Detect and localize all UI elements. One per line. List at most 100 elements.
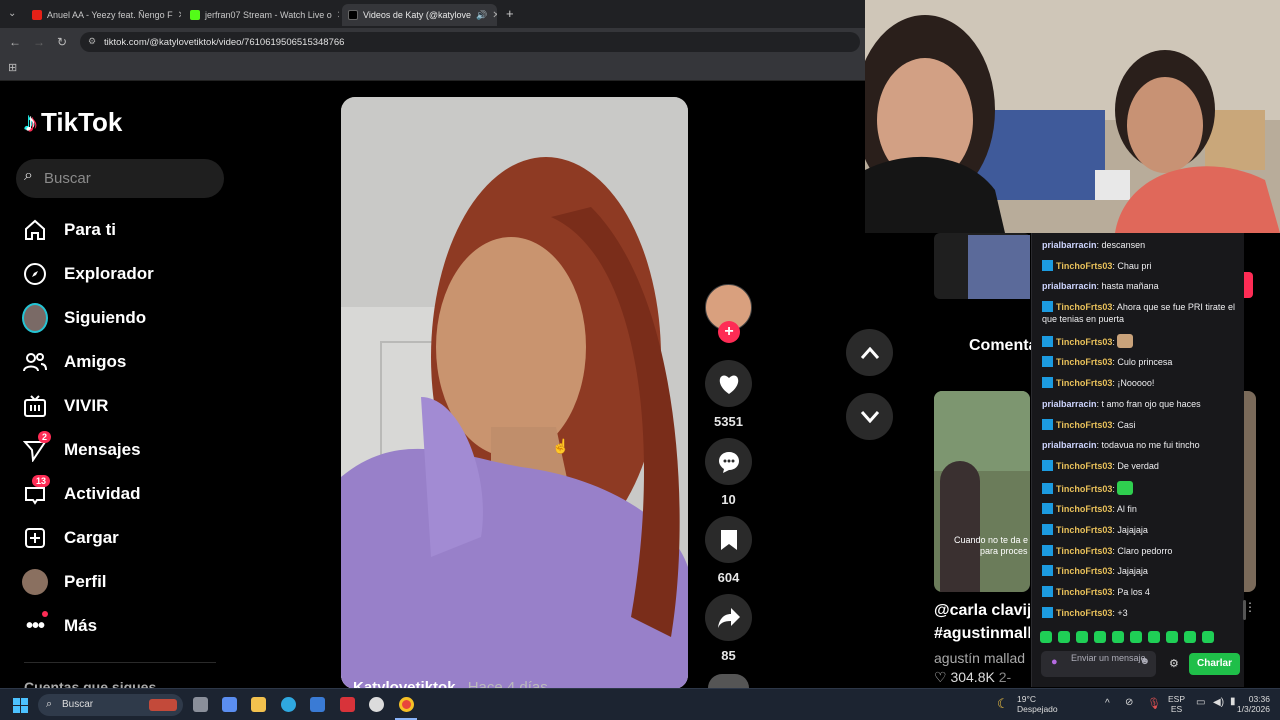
- emote-icon[interactable]: [1094, 631, 1106, 643]
- windows-start-icon[interactable]: [13, 698, 28, 713]
- chat-username[interactable]: TinchoFrts03: [1056, 484, 1112, 494]
- back-icon[interactable]: ←: [9, 35, 21, 49]
- related-video-thumb-2[interactable]: [1244, 391, 1256, 592]
- comment-button[interactable]: [705, 438, 752, 485]
- display-icon[interactable]: ▭: [1196, 697, 1205, 708]
- file-explorer-icon[interactable]: [251, 697, 266, 712]
- chat-username[interactable]: TinchoFrts03: [1056, 357, 1112, 367]
- tab-search-icon[interactable]: ⌄: [8, 8, 16, 19]
- tab-comments[interactable]: Comenta: [969, 337, 1037, 355]
- chat-input[interactable]: ● Enviar un mensaje ☻: [1041, 651, 1156, 677]
- clock[interactable]: 03:36 1/3/2026: [1234, 694, 1270, 714]
- close-icon[interactable]: ✕: [178, 10, 181, 21]
- volume-icon[interactable]: ◀): [1213, 697, 1224, 708]
- nav-amigos[interactable]: Amigos: [22, 342, 126, 382]
- chat-username[interactable]: TinchoFrts03: [1056, 546, 1112, 556]
- nav-actividad[interactable]: 13 Actividad: [22, 474, 141, 514]
- chat-message: TinchoFrts03:: [1042, 333, 1242, 348]
- music-disc-icon[interactable]: [708, 674, 749, 688]
- task-view-icon[interactable]: [193, 697, 208, 712]
- nav-cargar[interactable]: Cargar: [22, 518, 119, 558]
- emote-icon[interactable]: [1148, 631, 1160, 643]
- store-icon[interactable]: [310, 697, 325, 712]
- apps-grid-icon[interactable]: ⊞: [8, 61, 17, 74]
- forward-icon[interactable]: →: [33, 35, 45, 49]
- chat-scrollbar[interactable]: [1243, 600, 1246, 620]
- taskbar-search[interactable]: ⌕ Buscar: [38, 694, 183, 716]
- chat-username[interactable]: prialbarracin: [1042, 240, 1097, 250]
- nav-vivir[interactable]: VIVIR: [22, 386, 108, 426]
- chat-username[interactable]: TinchoFrts03: [1056, 525, 1112, 535]
- nav-perfil[interactable]: Perfil: [22, 562, 107, 602]
- chat-message: TinchoFrts03: Claro pedorro: [1042, 544, 1242, 557]
- emote-icon[interactable]: [1130, 631, 1142, 643]
- logo-text: TikTok: [41, 107, 123, 137]
- mic-tray-icon[interactable]: 🎙: [1147, 697, 1161, 710]
- follow-button-edge[interactable]: [1244, 272, 1253, 298]
- new-tab-icon[interactable]: +: [506, 6, 514, 21]
- chat-username[interactable]: TinchoFrts03: [1056, 504, 1112, 514]
- close-icon[interactable]: ✕: [492, 10, 497, 21]
- site-info-icon[interactable]: ⚙: [88, 36, 96, 47]
- chat-username[interactable]: prialbarracin: [1042, 440, 1097, 450]
- nav-para-ti[interactable]: Para ti: [22, 210, 116, 250]
- tiktok-icon: [348, 10, 358, 20]
- search-input[interactable]: ⌕ Buscar: [16, 159, 224, 198]
- chrome-icon[interactable]: [399, 697, 414, 712]
- next-video-button[interactable]: [846, 393, 893, 440]
- related-hashtag[interactable]: #agustinmalla: [934, 625, 1030, 643]
- video-player[interactable]: [341, 97, 688, 689]
- github-icon[interactable]: [369, 697, 384, 712]
- related-author[interactable]: @carla clavijo: [934, 602, 1030, 620]
- emote-icon[interactable]: [1202, 631, 1214, 643]
- chat-username[interactable]: TinchoFrts03: [1056, 461, 1112, 471]
- tab-youtube[interactable]: Anuel AA - Yeezy feat. Ñengo F ✕: [26, 4, 181, 26]
- edge-icon[interactable]: [281, 697, 296, 712]
- previous-video-button[interactable]: [846, 329, 893, 376]
- emote-icon[interactable]: [1112, 631, 1124, 643]
- settings-gear-icon[interactable]: ⚙: [1169, 657, 1179, 670]
- follow-plus-icon[interactable]: +: [718, 321, 740, 343]
- chat-username[interactable]: prialbarracin: [1042, 399, 1097, 409]
- chat-username[interactable]: TinchoFrts03: [1056, 302, 1112, 312]
- language-indicator[interactable]: ESP ES: [1168, 694, 1185, 714]
- emote-icon[interactable]: [1166, 631, 1178, 643]
- speaker-icon[interactable]: 🔊: [476, 10, 487, 21]
- nav-mas[interactable]: ••• Más: [22, 606, 97, 646]
- like-button[interactable]: [705, 360, 752, 407]
- app-red-icon[interactable]: [340, 697, 355, 712]
- chat-username[interactable]: TinchoFrts03: [1056, 378, 1112, 388]
- emote-icon[interactable]: [1040, 631, 1052, 643]
- share-button[interactable]: [705, 594, 752, 641]
- close-icon[interactable]: ✕: [337, 10, 339, 21]
- save-button[interactable]: [705, 516, 752, 563]
- weather-widget[interactable]: 19°C Despejado: [1017, 694, 1058, 714]
- chat-username[interactable]: TinchoFrts03: [1056, 420, 1112, 430]
- related-video-thumb[interactable]: Cuando no te da e para proces: [934, 391, 1030, 592]
- chat-send-button[interactable]: Charlar: [1189, 653, 1240, 675]
- chevron-up-icon[interactable]: ^: [1105, 698, 1110, 709]
- chat-username[interactable]: TinchoFrts03: [1056, 337, 1112, 347]
- chat-username[interactable]: TinchoFrts03: [1056, 566, 1112, 576]
- chat-username[interactable]: prialbarracin: [1042, 281, 1097, 291]
- nav-siguiendo[interactable]: Siguiendo: [22, 298, 146, 338]
- url-field[interactable]: ⚙ tiktok.com/@katylovetiktok/video/76106…: [80, 32, 860, 52]
- nav-mensajes[interactable]: 2 Mensajes: [22, 430, 141, 470]
- emote-icon[interactable]: [1076, 631, 1088, 643]
- tiktok-logo[interactable]: ♪ TikTok: [24, 107, 122, 138]
- video-frame-image: [341, 97, 688, 689]
- chat-username[interactable]: TinchoFrts03: [1056, 261, 1112, 271]
- emote-icon[interactable]: [1184, 631, 1196, 643]
- emote-icon[interactable]: [1058, 631, 1070, 643]
- network-off-icon[interactable]: ⊘: [1125, 697, 1133, 708]
- tab-tiktok[interactable]: Videos de Katy (@katylove 🔊 ✕: [342, 4, 497, 26]
- tab-kick[interactable]: jerfran07 Stream - Watch Live o ✕: [184, 4, 339, 26]
- copilot-icon[interactable]: [222, 697, 237, 712]
- emoji-icon[interactable]: ☻: [1139, 657, 1150, 667]
- nav-label: Siguiendo: [64, 308, 147, 327]
- mic-icon[interactable]: ●: [1051, 657, 1058, 668]
- nav-explorador[interactable]: Explorador: [22, 254, 154, 294]
- reload-icon[interactable]: ↻: [57, 35, 67, 49]
- chat-username[interactable]: TinchoFrts03: [1056, 608, 1112, 618]
- chat-username[interactable]: TinchoFrts03: [1056, 587, 1112, 597]
